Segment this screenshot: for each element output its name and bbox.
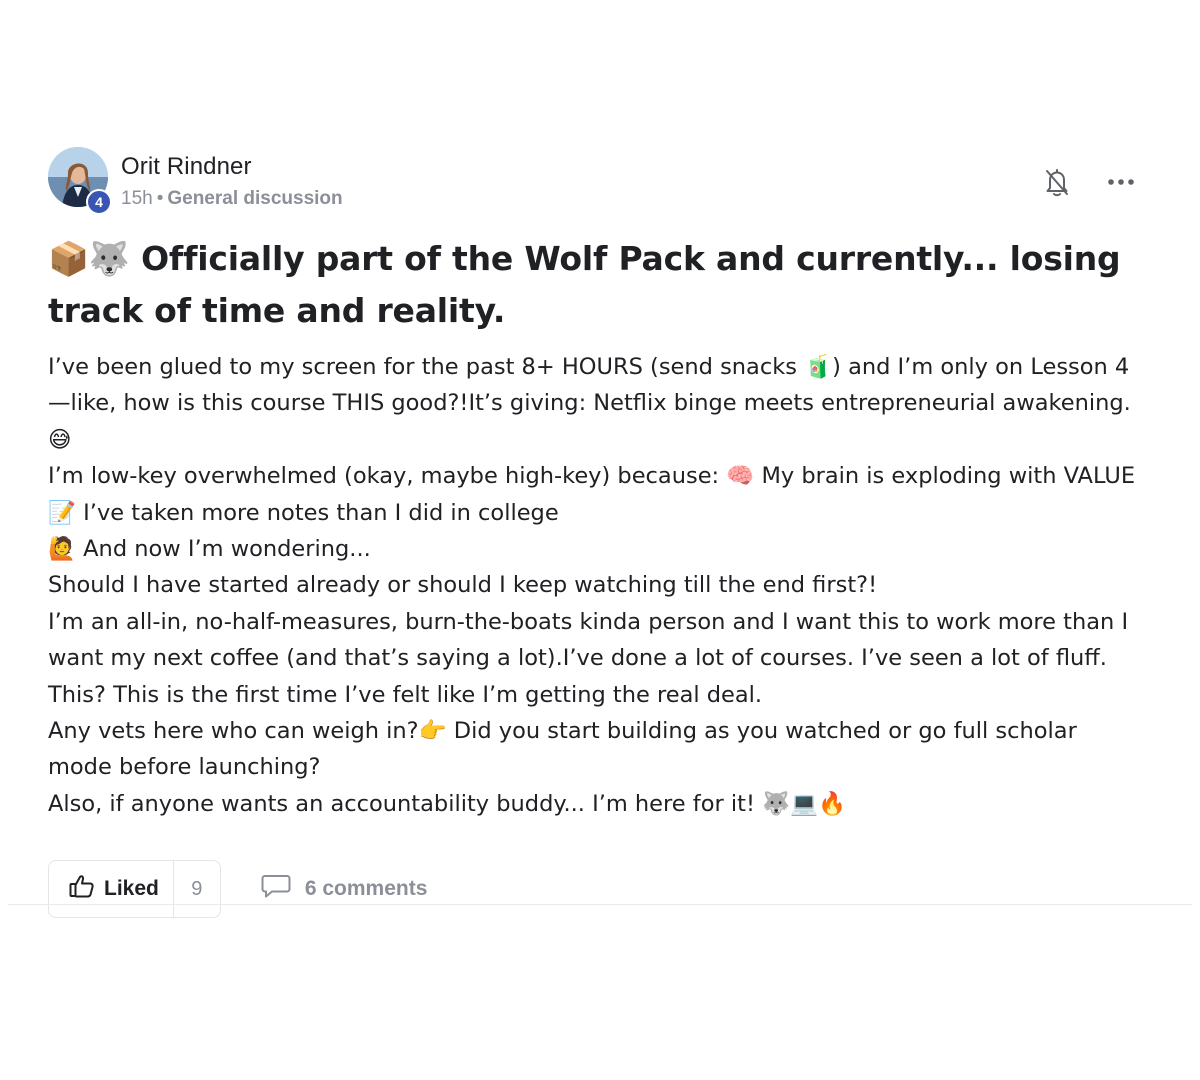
post-divider bbox=[8, 904, 1192, 905]
body-paragraph: 📝 I’ve taken more notes than I did in co… bbox=[48, 499, 559, 526]
meta-separator: • bbox=[156, 188, 164, 209]
post-category[interactable]: General discussion bbox=[167, 188, 342, 209]
comments-button[interactable]: 6 comments bbox=[261, 873, 428, 905]
post-meta: 15h • General discussion bbox=[121, 188, 343, 210]
body-paragraph: I’ve been glued to my screen for the pas… bbox=[48, 354, 1131, 453]
author-avatar-wrapper[interactable]: 4 bbox=[48, 147, 112, 215]
comment-bubble-icon bbox=[261, 873, 291, 905]
thumbs-up-icon bbox=[69, 874, 95, 904]
like-button[interactable]: Liked bbox=[49, 861, 173, 917]
post-body: I’ve been glued to my screen for the pas… bbox=[48, 349, 1138, 822]
like-count[interactable]: 9 bbox=[172, 861, 220, 918]
comments-label: 6 comments bbox=[304, 877, 428, 901]
body-paragraph: I’m low-key overwhelmed (okay, maybe hig… bbox=[48, 463, 1136, 490]
post-actions bbox=[1040, 165, 1138, 199]
post-title[interactable]: 📦🐺 Officially part of the Wolf Pack and … bbox=[48, 233, 1138, 337]
level-badge: 4 bbox=[86, 189, 112, 215]
body-paragraph: Should I have started already or should … bbox=[48, 572, 878, 599]
author-name[interactable]: Orit Rindner bbox=[121, 153, 252, 181]
body-paragraph: I’m an all-in, no-half-measures, burn-th… bbox=[48, 608, 1129, 708]
body-paragraph: 🙋 And now I’m wondering... bbox=[48, 536, 371, 563]
more-horizontal-icon[interactable] bbox=[1104, 165, 1138, 199]
body-paragraph: Also, if anyone wants an accountability … bbox=[48, 790, 847, 817]
like-label: Liked bbox=[104, 877, 159, 901]
bell-off-icon[interactable] bbox=[1040, 165, 1074, 199]
post-card: 4 Orit Rindner 15h•General discussion bbox=[48, 147, 1138, 919]
post-header: 4 Orit Rindner 15h • General discussion bbox=[48, 147, 1138, 215]
post-time: 15h bbox=[121, 188, 153, 209]
body-paragraph: Any vets here who can weigh in?👉 Did you… bbox=[48, 718, 1077, 781]
post-footer: Liked 9 6 comments bbox=[48, 859, 1138, 919]
like-group: Liked 9 bbox=[48, 860, 221, 919]
